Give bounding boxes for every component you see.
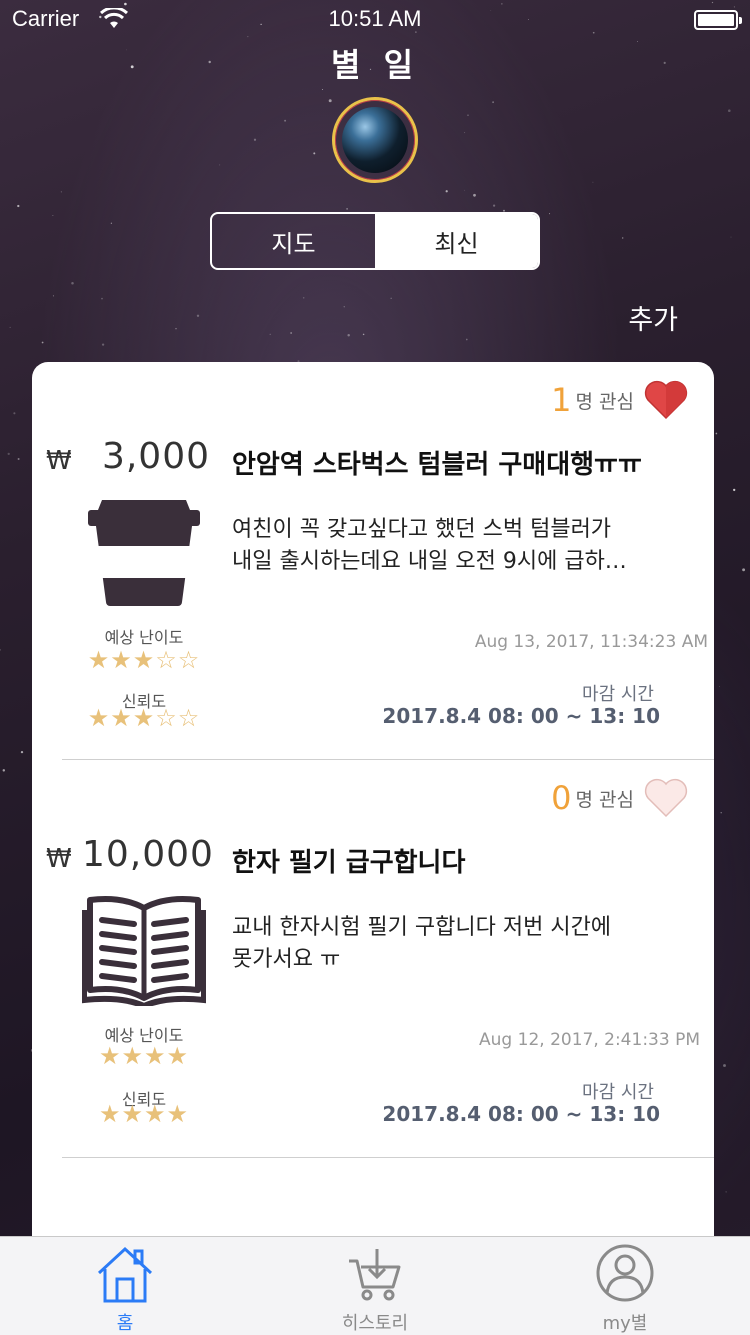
view-segmented-control: 지도 최신 xyxy=(210,212,540,270)
coffee-cup-icon xyxy=(88,500,200,606)
description-line: 못가서요 ㅠ xyxy=(232,947,341,972)
difficulty-stars: ★★★☆☆ xyxy=(87,646,201,674)
tab-home-label: 홈 xyxy=(116,1313,134,1334)
post-list: 1 명 관심 ₩ 3,000 안암역 스타벅스 텀블러 구매대행ㅠㅠ 여친이 꼭… xyxy=(32,362,714,1242)
user-profile-icon xyxy=(596,1244,654,1302)
battery-level xyxy=(698,14,734,26)
interest-label: 명 관심 xyxy=(575,390,634,413)
tab-bar: 홈 히스토리 my별 xyxy=(0,1236,750,1335)
open-book-icon xyxy=(82,896,206,1006)
post-title: 안암역 스타벅스 텀블러 구매대행ㅠㅠ xyxy=(232,450,642,480)
interest-indicator: 1 명 관심 xyxy=(551,380,688,420)
price: 10,000 xyxy=(82,834,214,875)
status-time: 10:51 AM xyxy=(328,6,422,31)
segment-latest[interactable]: 최신 xyxy=(375,214,538,268)
post-item[interactable]: 0 명 관심 ₩ 10,000 한자 필기 급구합니다 교내 한자시험 필기 구… xyxy=(32,760,714,1158)
home-icon xyxy=(97,1246,153,1303)
tab-history[interactable]: 히스토리 xyxy=(250,1237,500,1335)
currency-symbol: ₩ xyxy=(46,446,72,476)
app-title: 별 일 xyxy=(330,46,420,84)
interest-count: 0 xyxy=(551,779,572,817)
segment-map[interactable]: 지도 xyxy=(212,214,375,268)
difficulty-stars: ★★★★ xyxy=(98,1042,190,1070)
post-description: 교내 한자시험 필기 구합니다 저번 시간에 못가서요 ㅠ xyxy=(232,912,672,976)
description-line: 여친이 꼭 갖고싶다고 했던 스벅 텀블러가 xyxy=(232,517,612,542)
post-timestamp: Aug 12, 2017, 2:41:33 PM xyxy=(479,1030,700,1050)
add-post-button[interactable]: 추가 xyxy=(628,298,678,337)
currency-symbol: ₩ xyxy=(46,844,72,874)
price: 3,000 xyxy=(101,436,210,477)
status-bar: Carrier 10:51 AM xyxy=(0,0,750,40)
interest-count: 1 xyxy=(551,381,572,419)
description-line: 내일 출시하는데요 내일 오전 9시에 급하… xyxy=(232,549,627,574)
deadline-label: 마감 시간 xyxy=(582,1082,654,1103)
post-description: 여친이 꼭 갖고싶다고 했던 스벅 텀블러가 내일 출시하는데요 내일 오전 9… xyxy=(232,514,672,578)
post-title: 한자 필기 급구합니다 xyxy=(232,848,466,878)
divider xyxy=(62,1157,714,1158)
deadline-value: 2017.8.4 08: 00 ~ 13: 10 xyxy=(382,1102,660,1126)
profile-planet-avatar[interactable] xyxy=(332,97,418,183)
deadline-label: 마감 시간 xyxy=(582,684,654,705)
trust-stars: ★★★☆☆ xyxy=(87,704,201,732)
heart-filled-icon[interactable] xyxy=(644,380,688,420)
battery-icon xyxy=(694,10,742,30)
cart-download-icon xyxy=(349,1249,401,1301)
tab-history-label: 히스토리 xyxy=(341,1313,409,1334)
post-timestamp: Aug 13, 2017, 11:34:23 AM xyxy=(474,632,708,652)
heart-outline-icon[interactable] xyxy=(644,778,688,818)
description-line: 교내 한자시험 필기 구합니다 저번 시간에 xyxy=(232,915,612,940)
interest-indicator: 0 명 관심 xyxy=(551,778,688,818)
planet-icon xyxy=(342,107,408,173)
tab-my[interactable]: my별 xyxy=(500,1237,750,1335)
post-item[interactable]: 1 명 관심 ₩ 3,000 안암역 스타벅스 텀블러 구매대행ㅠㅠ 여친이 꼭… xyxy=(32,362,714,760)
deadline-value: 2017.8.4 08: 00 ~ 13: 10 xyxy=(382,704,660,728)
tab-home[interactable]: 홈 xyxy=(0,1237,250,1335)
difficulty-label: 예상 난이도 xyxy=(104,628,184,647)
interest-label: 명 관심 xyxy=(575,788,634,811)
trust-stars: ★★★★ xyxy=(98,1100,190,1128)
tab-my-label: my별 xyxy=(602,1313,648,1334)
